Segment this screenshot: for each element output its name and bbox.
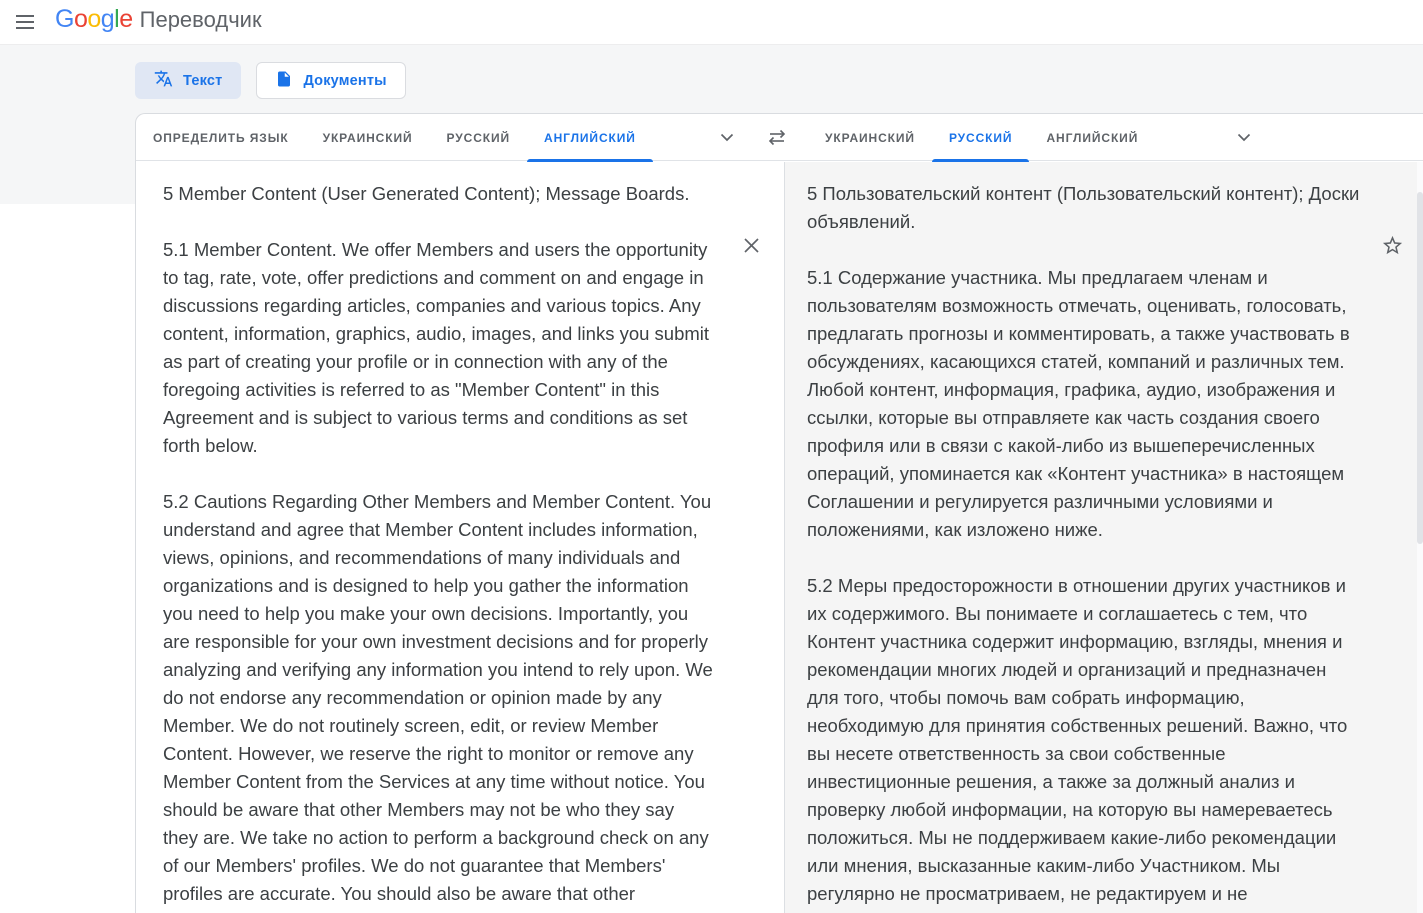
translation-card: ОПРЕДЕЛИТЬ ЯЗЫК УКРАИНСКИЙ РУССКИЙ АНГЛИЙСК… [135, 113, 1423, 913]
translation-text: 5 Пользовательский контент (Пользователь… [785, 162, 1423, 913]
google-translate-page: Google Переводчик Текст Документы ОПРЕДЕ… [0, 0, 1423, 913]
source-paragraph: 5 Member Content (User Generated Content… [163, 183, 690, 204]
source-paragraph: 5.2 Cautions Regarding Other Members and… [163, 491, 713, 913]
translate-icon [154, 69, 173, 92]
target-language-tab-label: РУССКИЙ [948, 130, 1013, 145]
google-logo-letter: G [55, 5, 74, 33]
source-language-tab[interactable]: УКРАИНСКИЙ [306, 114, 430, 161]
menu-icon[interactable] [10, 8, 40, 38]
source-language-tab-label: ОПРЕДЕЛИТЬ ЯЗЫК [153, 130, 289, 145]
google-logo-letter: g [100, 5, 115, 33]
target-pane: 5 Пользовательский контент (Пользователь… [784, 162, 1423, 913]
google-logo-letter: o [73, 5, 88, 33]
document-icon [275, 70, 293, 92]
page-title: Переводчик [139, 7, 262, 32]
source-text[interactable]: 5 Member Content (User Generated Content… [136, 162, 784, 913]
source-language-tab[interactable]: РУССКИЙ [430, 114, 528, 161]
target-language-tab[interactable]: РУССКИЙ [931, 114, 1030, 162]
source-language-chevron-down-icon[interactable] [711, 114, 743, 161]
star-icon[interactable] [1377, 230, 1407, 260]
translation-paragraph: 5.1 Содержание участника. Мы предлагаем … [807, 267, 1350, 540]
translation-panes: 5 Member Content (User Generated Content… [136, 162, 1423, 913]
google-logo-letter: e [119, 5, 133, 33]
close-icon[interactable] [736, 230, 766, 260]
target-language-chevron-down-icon[interactable] [1228, 114, 1260, 161]
translation-paragraph: 5 Пользовательский контент (Пользователь… [807, 183, 1360, 232]
scrollbar-track[interactable] [1417, 162, 1423, 913]
google-logo: Google [55, 5, 133, 34]
source-language-tab-label: УКРАИНСКИЙ [322, 130, 413, 145]
target-language-tabs: УКРАИНСКИЙ РУССКИЙ АНГЛИЙСКИЙ [808, 114, 1155, 162]
tab-documents-mode-label: Документы [303, 72, 387, 89]
target-language-tab[interactable]: УКРАИНСКИЙ [808, 114, 932, 161]
tab-text-mode[interactable]: Текст [135, 62, 242, 99]
source-pane[interactable]: 5 Member Content (User Generated Content… [136, 162, 784, 913]
target-language-tab[interactable]: АНГЛИЙСКИЙ [1029, 114, 1155, 161]
source-language-tab[interactable]: ОПРЕДЕЛИТЬ ЯЗЫК [136, 114, 306, 161]
brand[interactable]: Google Переводчик [55, 5, 262, 34]
mode-switcher: Текст Документы [135, 62, 406, 99]
swap-languages-icon[interactable] [758, 114, 796, 161]
source-language-tab-label: РУССКИЙ [446, 130, 511, 145]
source-language-tabs: ОПРЕДЕЛИТЬ ЯЗЫК УКРАИНСКИЙ РУССКИЙ АНГЛИЙСК… [136, 114, 653, 162]
language-bar: ОПРЕДЕЛИТЬ ЯЗЫК УКРАИНСКИЙ РУССКИЙ АНГЛИЙСК… [136, 114, 1423, 162]
tab-text-mode-label: Текст [183, 72, 223, 89]
tab-documents-mode[interactable]: Документы [256, 62, 406, 99]
translation-paragraph: 5.2 Меры предосторожности в отношении др… [807, 575, 1348, 913]
target-language-tab-label: УКРАИНСКИЙ [825, 130, 915, 145]
scrollbar-thumb[interactable] [1417, 192, 1423, 544]
source-paragraph: 5.1 Member Content. We offer Members and… [163, 239, 710, 456]
source-language-tab[interactable]: АНГЛИЙСКИЙ [527, 114, 653, 162]
top-bar: Google Переводчик [0, 0, 1423, 44]
google-logo-letter: o [87, 5, 101, 33]
source-language-tab-label: АНГЛИЙСКИЙ [544, 130, 636, 145]
target-language-tab-label: АНГЛИЙСКИЙ [1046, 130, 1139, 145]
